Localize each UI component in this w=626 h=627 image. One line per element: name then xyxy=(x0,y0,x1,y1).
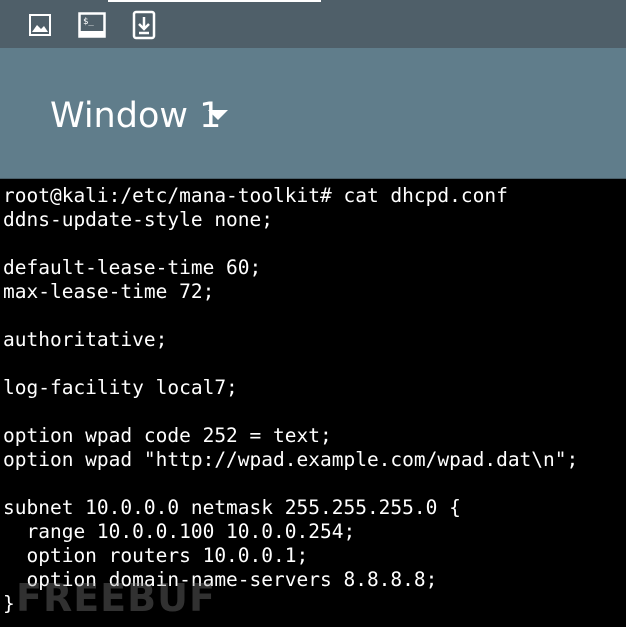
terminal-line: option wpad code 252 = text; xyxy=(3,424,332,447)
terminal-line: range 10.0.0.100 10.0.0.254; xyxy=(3,520,356,543)
terminal-line: max-lease-time 72; xyxy=(3,280,215,303)
window-title[interactable]: Window 1 xyxy=(50,95,221,137)
terminal-line: default-lease-time 60; xyxy=(3,256,262,279)
freebuf-watermark: FREEBUF xyxy=(16,576,216,620)
image-icon[interactable] xyxy=(26,10,54,40)
terminal-line: option wpad "http://wpad.example.com/wpa… xyxy=(3,448,579,471)
active-tab-indicator xyxy=(108,0,321,2)
window-dropdown-caret-icon[interactable] xyxy=(208,110,228,120)
terminal-icon[interactable]: $_ xyxy=(78,10,106,40)
terminal-line: option routers 10.0.0.1; xyxy=(3,544,309,567)
terminal-line: } xyxy=(3,592,15,615)
terminal-line: subnet 10.0.0.0 netmask 255.255.255.0 { xyxy=(3,496,461,519)
download-icon[interactable] xyxy=(130,10,158,40)
terminal-line: log-facility local7; xyxy=(3,376,238,399)
svg-text:$_: $_ xyxy=(83,17,94,27)
terminal-line: authoritative; xyxy=(3,328,168,351)
top-toolbar: $_ xyxy=(0,0,626,48)
terminal-line: root@kali:/etc/mana-toolkit# cat dhcpd.c… xyxy=(3,184,508,207)
terminal-line: ddns-update-style none; xyxy=(3,208,274,231)
